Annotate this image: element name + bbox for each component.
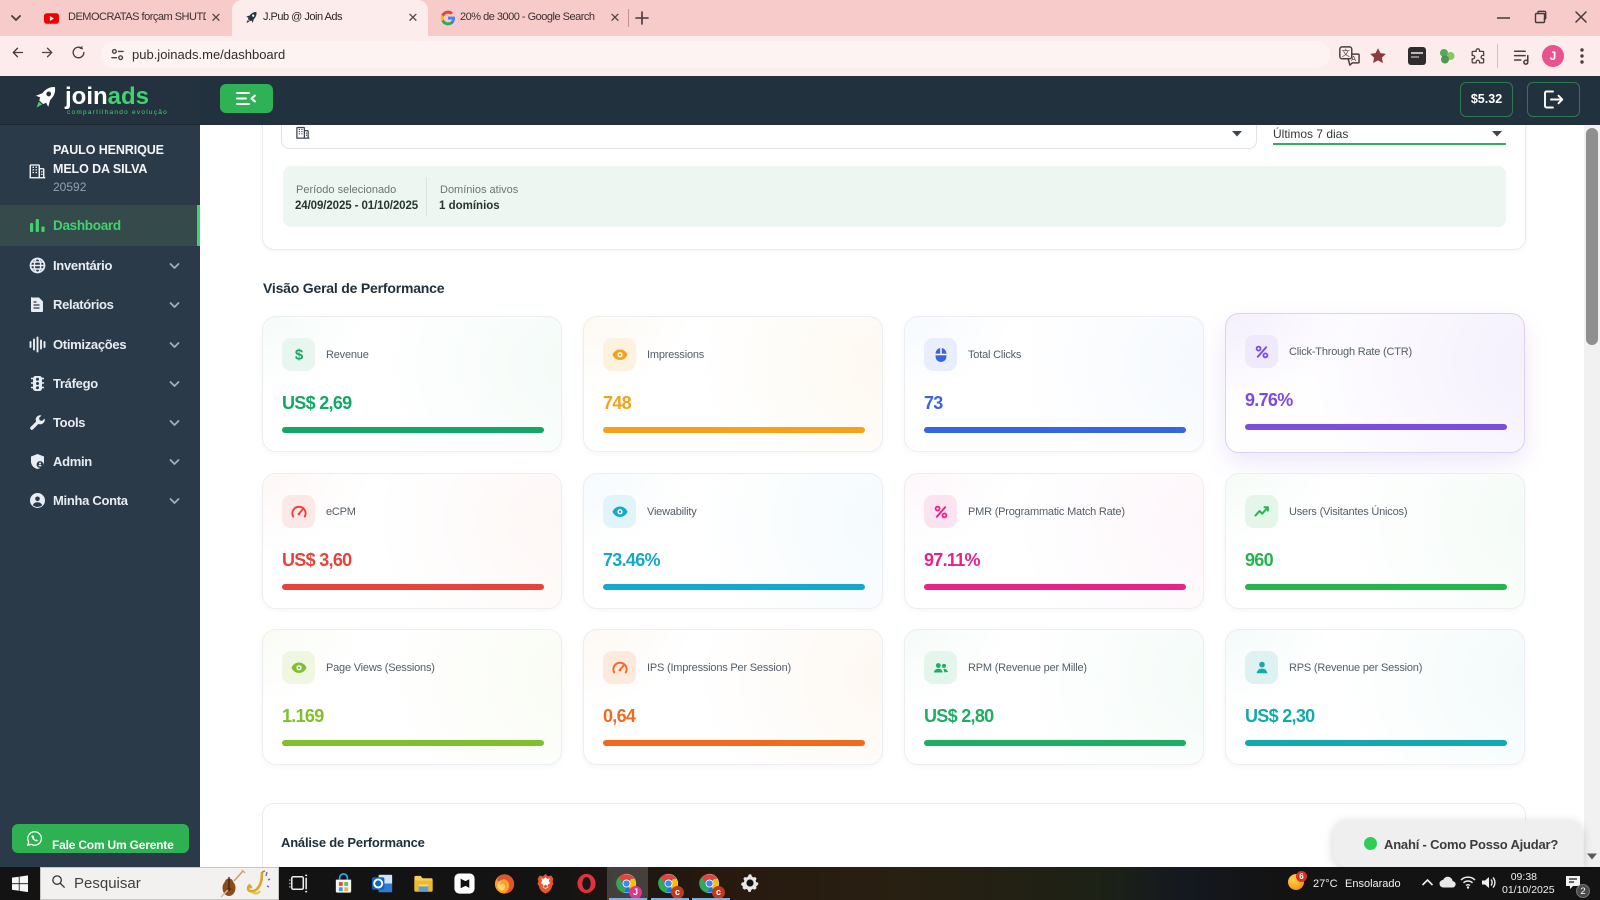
svg-text:$: $ [294,346,303,363]
svg-text:A: A [1351,54,1356,63]
svg-text:文: 文 [1342,48,1350,58]
